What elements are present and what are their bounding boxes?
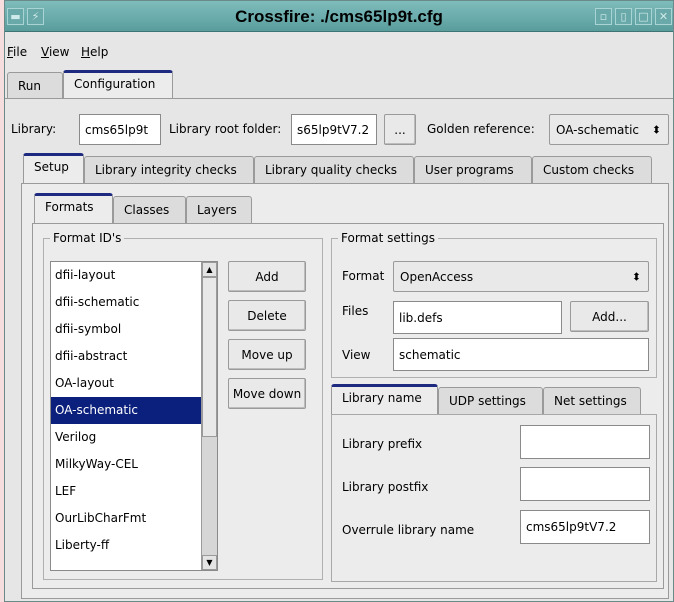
delete-format-button[interactable]: Delete [228,300,306,331]
menu-view[interactable]: View [41,45,69,59]
menu-help-label: elp [90,45,109,59]
format-settings-title: Format settings [338,231,438,245]
move-up-button[interactable]: Move up [228,339,306,370]
list-item[interactable]: OurLibCharFmt [51,505,217,532]
files-input[interactable]: lib.defs [393,301,562,334]
format-ids-group: Format ID's dfii-layout dfii-schematic dfi… [43,231,323,580]
app-window: ▬ ⚡ Crossfire: ./cms65lp9t.cfg ▫ ▯ □ ✕ F… [4,0,674,602]
title-bar[interactable]: ▬ ⚡ Crossfire: ./cms65lp9t.cfg ▫ ▯ □ ✕ [5,1,673,32]
library-postfix-input[interactable] [520,467,650,501]
tab-layers[interactable]: Layers [186,196,252,223]
tab-library-name[interactable]: Library name [331,384,438,415]
overrule-library-name-input[interactable]: cms65lp9tV7.2 [520,510,650,544]
close-icon[interactable]: ✕ [655,8,672,25]
view-label: View [342,348,371,362]
scrollbar-thumb[interactable] [202,277,217,437]
format-ids-title: Format ID's [50,231,125,245]
golden-reference-label: Golden reference: [427,122,535,136]
scroll-down-arrow-icon[interactable]: ▼ [202,555,217,570]
tab-net-settings[interactable]: Net settings [543,387,641,414]
tab-udp-settings[interactable]: UDP settings [438,387,543,414]
format-list-scrollbar[interactable]: ▲ ▼ [201,262,217,570]
move-down-button[interactable]: Move down [228,378,306,409]
format-id-items: dfii-layout dfii-schematic dfii-symbol dfii… [51,262,217,559]
tab-formats[interactable]: Formats [34,193,113,224]
maximize-icon[interactable]: □ [635,8,652,25]
library-root-label: Library root folder: [169,122,282,136]
tab-setup[interactable]: Setup [23,153,84,184]
golden-reference-value: OA-schematic [556,122,640,137]
library-prefix-label: Library prefix [342,437,423,451]
library-root-input[interactable]: s65lp9tV7.2 [291,114,377,145]
list-item[interactable]: dfii-schematic [51,289,217,316]
list-item[interactable]: OA-schematic [51,397,217,424]
tab-configuration[interactable]: Configuration [63,70,173,99]
menu-file[interactable]: File [7,45,27,59]
format-settings-group: Format settings Format OpenAccess ⬍ File… [331,231,657,378]
menu-help[interactable]: Help [81,45,108,59]
formats-page: Format ID's dfii-layout dfii-schematic dfi… [32,223,664,589]
list-item[interactable]: LEF [51,478,217,505]
menu-view-label: iew [48,45,70,59]
configuration-page: Library: cms65lp9t Library root folder: … [5,98,673,601]
files-add-button[interactable]: Add... [570,301,649,332]
files-label: Files [342,304,369,318]
list-item[interactable]: Liberty-ff [51,532,217,559]
menu-file-label: ile [13,45,28,59]
window-title: Crossfire: ./cms65lp9t.cfg [235,7,443,26]
list-item[interactable]: dfii-abstract [51,343,217,370]
menu-view-mnemonic: V [41,45,49,59]
tab-library-integrity-checks[interactable]: Library integrity checks [84,156,254,183]
tab-custom-checks[interactable]: Custom checks [532,156,652,183]
updown-arrow-icon: ⬍ [651,123,661,136]
setup-page: Formats Classes Layers Format ID's dfii-… [21,183,669,599]
list-item[interactable]: MilkyWay-CEL [51,451,217,478]
overrule-library-name-label: Overrule library name [342,523,475,537]
list-item[interactable]: dfii-symbol [51,316,217,343]
menu-help-mnemonic: H [81,45,91,59]
tab-classes[interactable]: Classes [113,196,186,223]
format-id-list[interactable]: dfii-layout dfii-schematic dfii-symbol dfii… [50,261,218,571]
browse-button[interactable]: ... [384,114,416,145]
tab-user-programs[interactable]: User programs [414,156,532,183]
format-label: Format [342,269,385,283]
format-value: OpenAccess [400,269,474,284]
library-postfix-label: Library postfix [342,480,429,494]
list-item[interactable]: OA-layout [51,370,217,397]
library-prefix-input[interactable] [520,425,650,459]
view-input[interactable]: schematic [393,338,649,371]
minimize-icon[interactable]: ▫ [595,8,612,25]
library-input[interactable]: cms65lp9t [79,114,161,145]
tab-library-quality-checks[interactable]: Library quality checks [254,156,414,183]
library-label: Library: [11,122,57,136]
updown-arrow-icon: ⬍ [631,270,641,283]
restore-icon[interactable]: ▯ [615,8,632,25]
golden-reference-select[interactable]: OA-schematic ⬍ [549,114,669,145]
library-name-page: Library prefix Library postfix Overrule … [331,414,657,582]
list-item[interactable]: Verilog [51,424,217,451]
scroll-up-arrow-icon[interactable]: ▲ [202,262,217,277]
format-select[interactable]: OpenAccess ⬍ [393,261,649,292]
list-item[interactable]: dfii-layout [51,262,217,289]
add-format-button[interactable]: Add [228,261,306,292]
tab-run[interactable]: Run [7,72,63,99]
